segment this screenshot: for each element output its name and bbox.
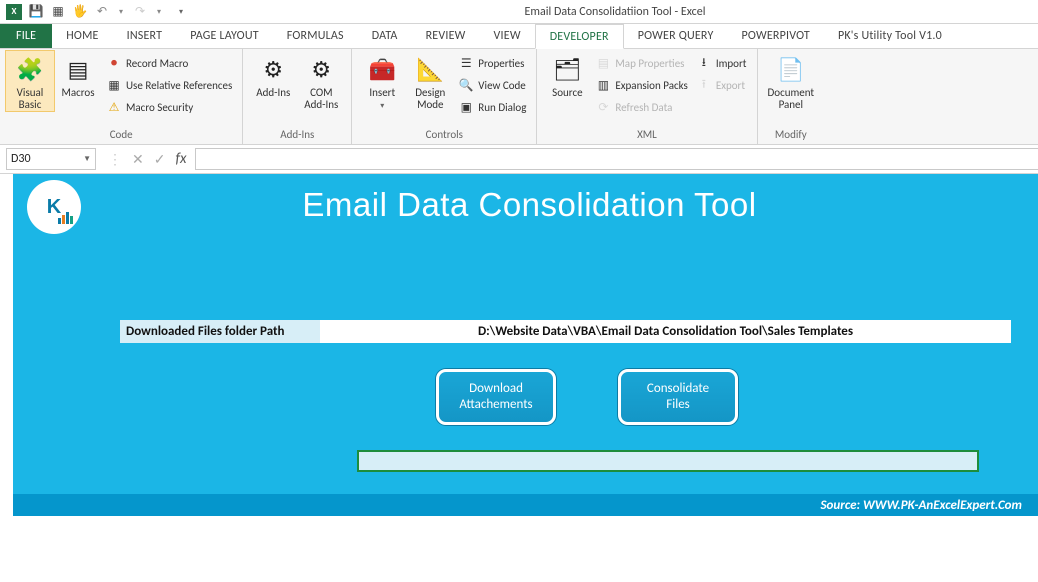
source-button[interactable]: 🗂 Source [543, 51, 591, 99]
import-button[interactable]: ⭳Import [696, 53, 747, 73]
tab-insert[interactable]: INSERT [113, 24, 177, 48]
group-label-modify: Modify [764, 128, 819, 144]
download-attachments-button[interactable]: DownloadAttachements [436, 369, 556, 425]
group-addins: ⚙ Add-Ins ⚙ COM Add-Ins Add-Ins [243, 49, 352, 144]
source-bar: Source: WWW.PK-AnExcelExpert.Com [13, 494, 1038, 516]
export-icon: ⭱ [696, 77, 712, 93]
ribbon: 🧩 Visual Basic ▤ Macros ●Record Macro ▦U… [0, 49, 1038, 145]
excel-app-icon[interactable]: X [6, 4, 22, 20]
insert-function-icon[interactable]: fx [175, 150, 186, 168]
record-icon: ● [106, 55, 122, 71]
title-bar: X 💾 ▦ 🖐 ↶ ▾ ↷ ▾ ▾ Email Data Consolidati… [0, 0, 1038, 24]
tab-power-query[interactable]: POWER QUERY [624, 24, 728, 48]
visual-basic-button[interactable]: 🧩 Visual Basic [6, 51, 54, 111]
ribbon-tabs: FILE HOME INSERT PAGE LAYOUT FORMULAS DA… [0, 24, 1038, 49]
progress-cell-selected[interactable] [357, 450, 979, 472]
tab-home[interactable]: HOME [52, 24, 112, 48]
view-code-button[interactable]: 🔍View Code [458, 75, 526, 95]
folder-path-label: Downloaded Files folder Path [120, 320, 320, 343]
relative-refs-icon: ▦ [106, 77, 122, 93]
document-panel-button[interactable]: 📄 Document Panel [764, 51, 819, 111]
macros-icon: ▤ [62, 53, 94, 85]
group-code: 🧩 Visual Basic ▤ Macros ●Record Macro ▦U… [0, 49, 243, 144]
source-icon: 🗂 [551, 53, 583, 85]
folder-path-row: Downloaded Files folder Path D:\Website … [120, 320, 1011, 343]
addins-icon: ⚙ [257, 53, 289, 85]
worksheet[interactable]: K Email Data Consolidation Tool Download… [0, 174, 1038, 582]
name-box-dropdown-icon[interactable]: ▼ [83, 154, 91, 164]
properties-button[interactable]: ☰Properties [458, 53, 526, 73]
design-mode-button[interactable]: 📐 Design Mode [406, 51, 454, 111]
quick-access-toolbar: X 💾 ▦ 🖐 ↶ ▾ ↷ ▾ ▾ [0, 4, 192, 20]
qat-dropdown-1[interactable]: ▾ [116, 7, 126, 17]
redo-icon[interactable]: ↷ [132, 4, 148, 20]
group-label-xml: XML [543, 128, 750, 144]
new-icon[interactable]: ▦ [50, 4, 66, 20]
dotted-divider: ⋮ [108, 151, 122, 168]
tab-review[interactable]: REVIEW [412, 24, 480, 48]
expansion-packs-icon: ▥ [595, 77, 611, 93]
refresh-data-button: ⟳Refresh Data [595, 97, 687, 117]
enter-formula-icon[interactable]: ✓ [154, 151, 166, 168]
expansion-packs-button[interactable]: ▥Expansion Packs [595, 75, 687, 95]
com-addins-icon: ⚙ [305, 53, 337, 85]
cancel-formula-icon[interactable]: ✕ [132, 151, 144, 168]
pk-logo: K [27, 180, 81, 234]
properties-icon: ☰ [458, 55, 474, 71]
formula-controls: ⋮ ✕ ✓ fx [100, 150, 195, 168]
design-mode-icon: 📐 [414, 53, 446, 85]
folder-path-value[interactable]: D:\Website Data\VBA\Email Data Consolida… [320, 320, 1011, 343]
qat-dropdown-2[interactable]: ▾ [154, 7, 164, 17]
tab-view[interactable]: VIEW [480, 24, 535, 48]
group-label-controls: Controls [358, 128, 530, 144]
insert-control-button[interactable]: 🧰 Insert▾ [358, 51, 406, 112]
run-dialog-icon: ▣ [458, 99, 474, 115]
formula-bar: D30 ▼ ⋮ ✕ ✓ fx [0, 145, 1038, 174]
tab-file[interactable]: FILE [0, 24, 52, 48]
view-code-icon: 🔍 [458, 77, 474, 93]
tab-powerpivot[interactable]: POWERPIVOT [728, 24, 824, 48]
insert-control-icon: 🧰 [366, 53, 398, 85]
source-text: Source: WWW.PK-AnExcelExpert.Com [820, 498, 1022, 513]
tab-page-layout[interactable]: PAGE LAYOUT [176, 24, 273, 48]
undo-icon[interactable]: ↶ [94, 4, 110, 20]
map-properties-button: ▤Map Properties [595, 53, 687, 73]
group-label-addins: Add-Ins [249, 128, 345, 144]
tool-title: Email Data Consolidation Tool [81, 186, 1038, 224]
addins-button[interactable]: ⚙ Add-Ins [249, 51, 297, 99]
group-label-code: Code [6, 128, 236, 144]
tab-data[interactable]: DATA [358, 24, 412, 48]
warning-icon: ⚠ [106, 99, 122, 115]
map-properties-icon: ▤ [595, 55, 611, 71]
tab-developer[interactable]: DEVELOPER [535, 24, 624, 49]
formula-input[interactable] [195, 148, 1038, 170]
macro-security-button[interactable]: ⚠Macro Security [106, 97, 232, 117]
com-addins-button[interactable]: ⚙ COM Add-Ins [297, 51, 345, 111]
macros-button[interactable]: ▤ Macros [54, 51, 102, 99]
export-button: ⭱Export [696, 75, 747, 95]
save-icon[interactable]: 💾 [28, 4, 44, 20]
tool-header: K Email Data Consolidation Tool [13, 174, 1038, 236]
name-box[interactable]: D30 ▼ [6, 148, 96, 170]
window-title: Email Data Consolidatiion Tool - Excel [192, 5, 1038, 19]
group-modify: 📄 Document Panel Modify [758, 49, 825, 144]
use-relative-references-button[interactable]: ▦Use Relative References [106, 75, 232, 95]
tool-panel: K Email Data Consolidation Tool Download… [13, 174, 1038, 494]
touch-mode-icon[interactable]: 🖐 [72, 4, 88, 20]
name-box-value: D30 [11, 152, 31, 166]
import-icon: ⭳ [696, 55, 712, 71]
tab-pk-utility[interactable]: PK's Utility Tool V1.0 [824, 24, 956, 48]
consolidate-files-button[interactable]: ConsolidateFiles [618, 369, 738, 425]
tab-formulas[interactable]: FORMULAS [273, 24, 358, 48]
qat-customize-icon[interactable]: ▾ [176, 7, 186, 17]
record-macro-button[interactable]: ●Record Macro [106, 53, 232, 73]
group-controls: 🧰 Insert▾ 📐 Design Mode ☰Properties 🔍Vie… [352, 49, 537, 144]
document-panel-icon: 📄 [775, 53, 807, 85]
visual-basic-icon: 🧩 [14, 53, 46, 85]
group-xml: 🗂 Source ▤Map Properties ▥Expansion Pack… [537, 49, 757, 144]
refresh-icon: ⟳ [595, 99, 611, 115]
run-dialog-button[interactable]: ▣Run Dialog [458, 97, 526, 117]
